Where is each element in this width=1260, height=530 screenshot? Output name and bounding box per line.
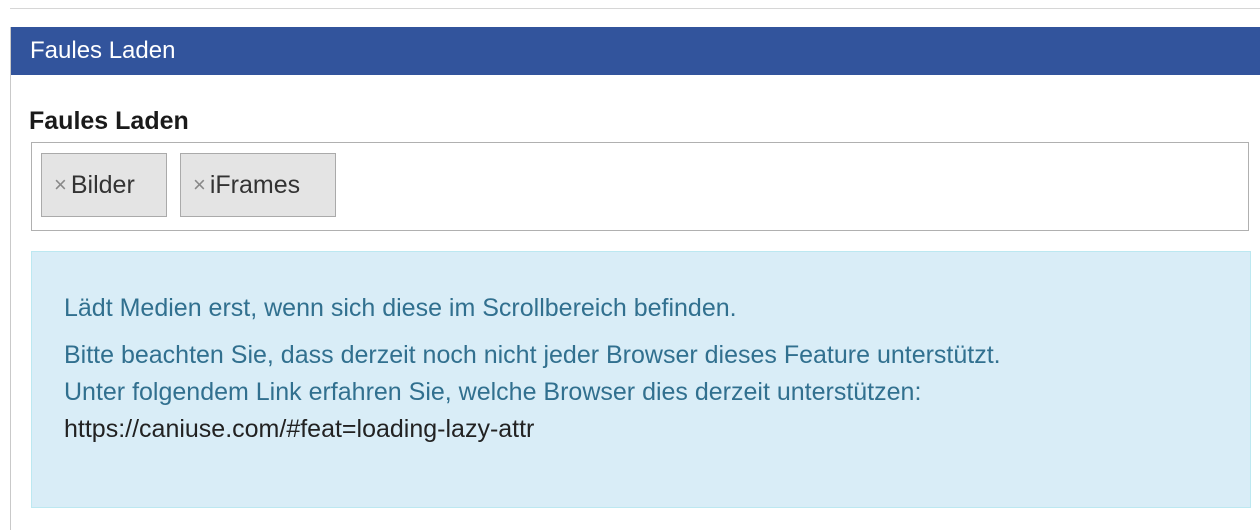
panel-header: Faules Laden	[11, 27, 1260, 75]
lazy-loading-panel: Faules Laden Faules Laden × Bilder × iFr…	[10, 27, 1260, 530]
info-text-line: Lädt Medien erst, wenn sich diese im Scr…	[64, 294, 737, 322]
info-alert: Lädt Medien erst, wenn sich diese im Scr…	[31, 251, 1251, 508]
info-text-line: Unter folgendem Link erfahren Sie, welch…	[64, 378, 922, 406]
top-divider	[10, 8, 1260, 9]
info-text-line: Bitte beachten Sie, dass derzeit noch ni…	[64, 341, 1001, 369]
remove-tag-icon[interactable]: ×	[193, 172, 206, 198]
remove-tag-icon[interactable]: ×	[54, 172, 67, 198]
field-label: Faules Laden	[29, 107, 189, 135]
tag-label: Bilder	[70, 170, 135, 199]
tag-bilder: × Bilder	[41, 153, 167, 217]
tag-iframes: × iFrames	[180, 153, 336, 217]
caniuse-link[interactable]: https://caniuse.com/#feat=loading-lazy-a…	[64, 411, 1250, 448]
tag-label: iFrames	[209, 170, 301, 199]
lazy-loading-tag-input[interactable]: × Bilder × iFrames	[31, 142, 1249, 231]
settings-page: Faules Laden Faules Laden × Bilder × iFr…	[0, 0, 1260, 530]
